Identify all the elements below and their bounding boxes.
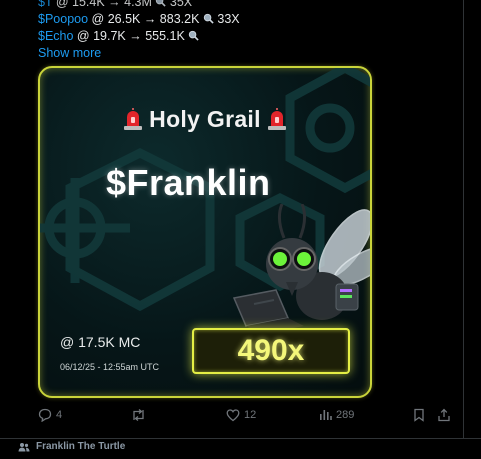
repost-button[interactable]	[131, 408, 150, 422]
siren-icon	[124, 108, 143, 130]
reply-button[interactable]: 4	[38, 408, 62, 422]
reply-count: 4	[56, 409, 63, 421]
community-footer[interactable]: Franklin The Turtle	[18, 441, 125, 452]
like-count: 12	[244, 409, 257, 421]
tweet-text: $T @ 15.4K → 4.3M 35X $Poopoo @ 26.5K → …	[38, 0, 240, 62]
community-name: Franklin The Turtle	[36, 441, 126, 452]
views-button[interactable]: 289	[319, 408, 354, 421]
siren-icon	[267, 108, 286, 130]
bookmark-button[interactable]	[413, 408, 425, 422]
magnifier-icon	[156, 0, 167, 7]
tweet-action-bar: 4 12 289	[0, 408, 481, 428]
reply-icon	[38, 408, 52, 422]
like-button[interactable]: 12	[226, 408, 256, 422]
multiplier-badge: 490x	[192, 328, 350, 374]
tweet-line-1: $T @ 15.4K → 4.3M 35X	[38, 0, 240, 11]
promo-card-image[interactable]: Holy Grail $Franklin @ 17.5K MC 06/12/25…	[38, 66, 372, 398]
column-divider	[463, 0, 464, 438]
card-timestamp: 06/12/25 - 12:55am UTC	[60, 362, 160, 372]
magnifier-icon	[189, 30, 199, 41]
views-icon	[320, 410, 332, 420]
tweet-line-3: $Echo @ 19.7K → 555.1K	[38, 28, 240, 45]
share-icon	[438, 408, 450, 422]
repost-icon	[133, 408, 144, 422]
market-cap-label: @ 17.5K MC	[60, 334, 141, 350]
people-icon	[18, 442, 30, 451]
magnifier-icon	[203, 13, 214, 24]
cashtag-link[interactable]: $Poopoo	[38, 12, 88, 26]
bookmark-icon	[414, 408, 424, 422]
share-button[interactable]	[437, 408, 451, 422]
views-count: 289	[336, 408, 355, 421]
footer-divider	[0, 438, 481, 439]
cashtag-link[interactable]: $T	[38, 0, 52, 9]
card-title: Holy Grail	[40, 106, 370, 133]
fly-mascot-illustration	[232, 204, 370, 334]
card-ticker: $Franklin	[106, 162, 271, 203]
cashtag-link[interactable]: $Echo	[38, 29, 73, 43]
like-icon	[226, 409, 240, 422]
show-more-link[interactable]: Show more	[38, 45, 101, 62]
tweet-line-2: $Poopoo @ 26.5K → 883.2K 33X	[38, 12, 240, 26]
